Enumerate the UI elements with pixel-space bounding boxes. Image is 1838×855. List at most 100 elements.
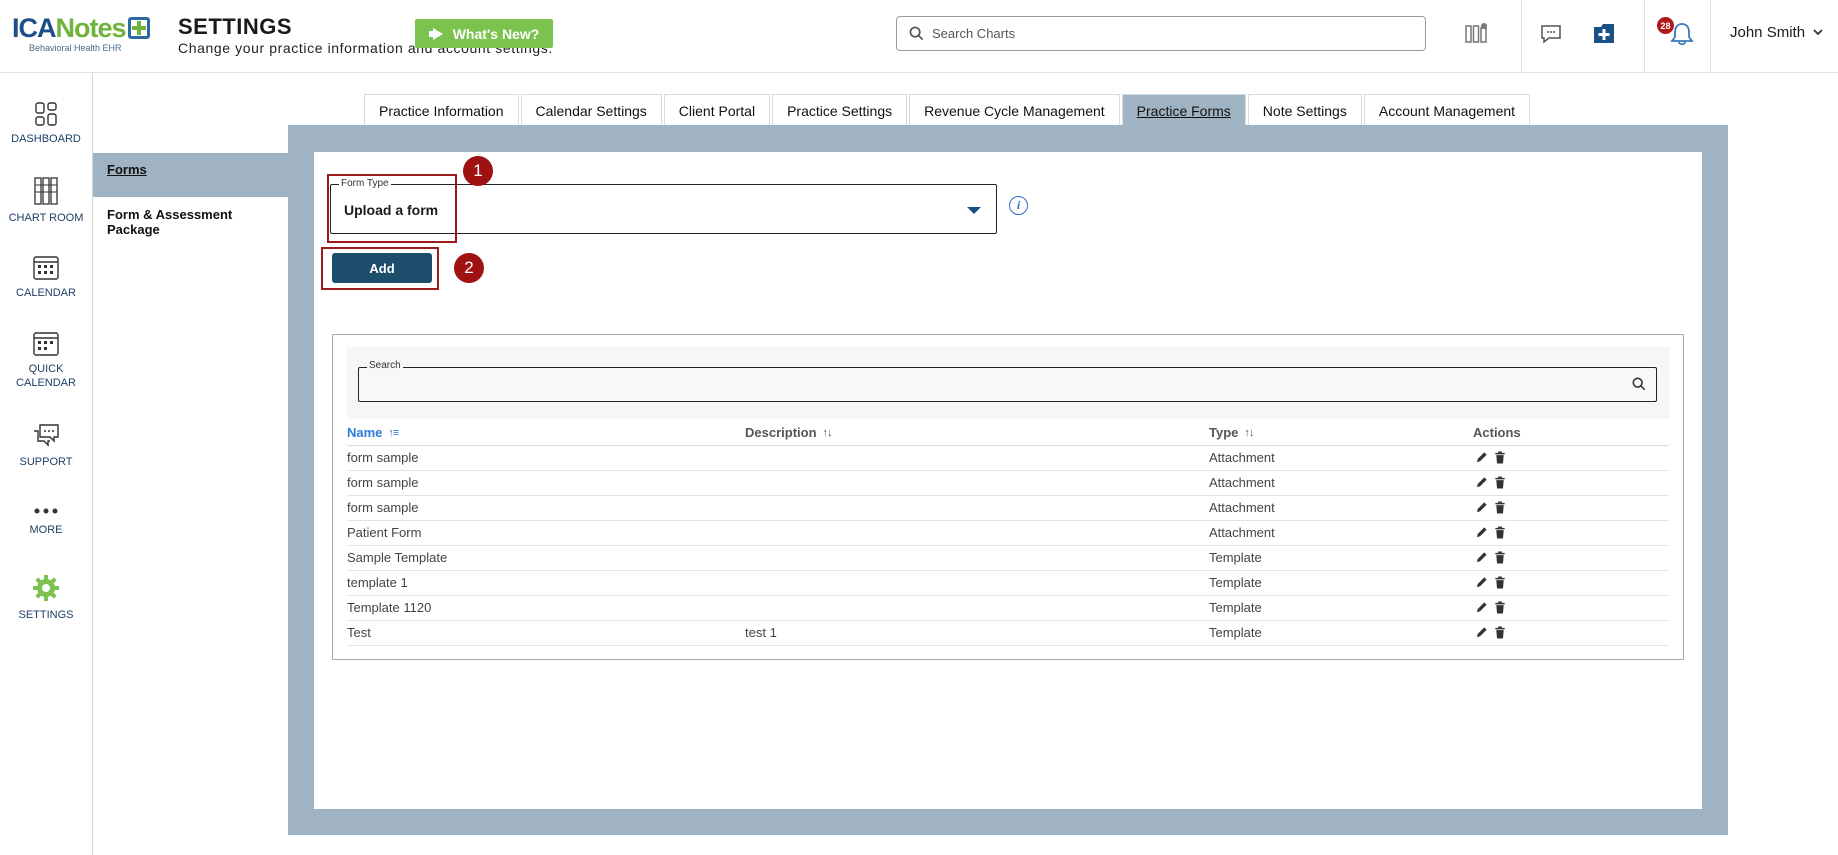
nav-label: SETTINGS xyxy=(18,609,74,621)
user-menu[interactable]: John Smith xyxy=(1730,24,1823,41)
search-charts-input[interactable] xyxy=(932,26,1402,41)
support-icon xyxy=(34,424,59,447)
cell-name: Patient Form xyxy=(347,525,422,540)
cell-description: test 1 xyxy=(745,625,777,640)
row-actions xyxy=(1475,601,1506,617)
nav-support[interactable]: SUPPORT xyxy=(0,422,92,469)
table-header: Name ↑≡ Description ↑↓ Type ↑↓ Actions xyxy=(347,422,1669,446)
table-row[interactable]: Patient Form Attachment xyxy=(347,521,1669,546)
sort-icon: ↑↓ xyxy=(1244,426,1254,439)
column-header-type[interactable]: Type ↑↓ xyxy=(1209,425,1254,440)
nav-label: QUICK CALENDAR xyxy=(16,363,76,389)
logo-plus-icon xyxy=(127,17,150,39)
cell-type: Attachment xyxy=(1209,525,1275,540)
nav-settings[interactable]: SETTINGS xyxy=(0,573,92,622)
cell-name: Sample Template xyxy=(347,550,448,565)
info-icon[interactable]: i xyxy=(1009,196,1028,215)
edit-pencil-icon[interactable] xyxy=(1475,501,1488,517)
tab-practice-forms[interactable]: Practice Forms xyxy=(1121,94,1246,126)
delete-trash-icon[interactable] xyxy=(1494,451,1506,467)
cell-type: Template xyxy=(1209,575,1262,590)
delete-trash-icon[interactable] xyxy=(1494,626,1506,642)
highlight-box-form-type xyxy=(327,174,457,243)
table-row[interactable]: Test test 1 Template xyxy=(347,621,1669,646)
megaphone-icon xyxy=(428,28,445,40)
nav-label: MORE xyxy=(29,524,63,536)
cell-type: Attachment xyxy=(1209,450,1275,465)
column-header-name[interactable]: Name ↑≡ xyxy=(347,425,399,440)
logo-notes-text: Notes xyxy=(55,13,127,43)
cell-type: Attachment xyxy=(1209,475,1275,490)
cell-type: Template xyxy=(1209,550,1262,565)
table-row[interactable]: template 1 Template xyxy=(347,571,1669,596)
tab-calendar-settings[interactable]: Calendar Settings xyxy=(520,94,662,126)
row-actions xyxy=(1475,501,1506,517)
nav-chart-room[interactable]: CHART ROOM xyxy=(0,176,92,225)
logo-ica-text: ICA xyxy=(12,13,56,43)
notification-badge: 28 xyxy=(1657,17,1674,34)
forms-search-label: Search xyxy=(367,360,403,371)
row-actions xyxy=(1475,576,1506,592)
tab-client-portal[interactable]: Client Portal xyxy=(663,94,771,126)
nav-dashboard[interactable]: DASHBOARD xyxy=(0,101,92,146)
step-marker-1: 1 xyxy=(463,156,493,186)
tab-revenue-cycle-management[interactable]: Revenue Cycle Management xyxy=(909,94,1120,126)
nav-more[interactable]: MORE xyxy=(0,504,92,537)
nav-quick-calendar[interactable]: QUICK CALENDAR xyxy=(0,329,92,390)
add-chart-icon[interactable] xyxy=(1590,20,1618,48)
table-row[interactable]: Template 1120 Template xyxy=(347,596,1669,621)
tab-note-settings[interactable]: Note Settings xyxy=(1247,94,1362,126)
chat-icon[interactable] xyxy=(1537,20,1565,48)
row-actions xyxy=(1475,626,1506,642)
edit-pencil-icon[interactable] xyxy=(1475,551,1488,567)
subnav-item-forms[interactable]: Forms xyxy=(107,162,147,177)
delete-trash-icon[interactable] xyxy=(1494,551,1506,567)
icanotes-logo[interactable]: ICANotes Behavioral Health EHR xyxy=(12,14,150,53)
subnav-item-form-assessment-package[interactable]: Form & Assessment Package xyxy=(107,207,288,237)
left-navigation: DASHBOARD CHART ROOM CALENDAR QUICK CALE… xyxy=(0,73,93,855)
caret-down-icon xyxy=(967,207,981,214)
cell-name: form sample xyxy=(347,450,419,465)
top-header: ICANotes Behavioral Health EHR SETTINGS … xyxy=(0,0,1838,73)
edit-pencil-icon[interactable] xyxy=(1475,476,1488,492)
tab-practice-settings[interactable]: Practice Settings xyxy=(772,94,908,126)
edit-pencil-icon[interactable] xyxy=(1475,526,1488,542)
row-actions xyxy=(1475,476,1506,492)
header-divider xyxy=(1521,0,1522,72)
header-divider xyxy=(1644,0,1645,72)
chevron-down-icon xyxy=(1813,29,1823,36)
tab-account-management[interactable]: Account Management xyxy=(1363,94,1531,126)
table-row[interactable]: form sample Attachment xyxy=(347,446,1669,471)
tab-practice-information[interactable]: Practice Information xyxy=(364,94,519,126)
cell-type: Attachment xyxy=(1209,500,1275,515)
delete-trash-icon[interactable] xyxy=(1494,476,1506,492)
forms-search-field[interactable]: Search xyxy=(358,360,1657,402)
table-row[interactable]: form sample Attachment xyxy=(347,471,1669,496)
sort-asc-icon: ↑≡ xyxy=(388,426,399,439)
nav-label: CHART ROOM xyxy=(8,212,84,224)
edit-pencil-icon[interactable] xyxy=(1475,451,1488,467)
cell-name: Test xyxy=(347,625,371,640)
cell-type: Template xyxy=(1209,625,1262,640)
whats-new-button[interactable]: What's New? xyxy=(415,19,553,48)
column-header-label: Type xyxy=(1209,425,1239,440)
column-header-description[interactable]: Description ↑↓ xyxy=(745,425,833,440)
table-row[interactable]: Sample Template Template xyxy=(347,546,1669,571)
edit-pencil-icon[interactable] xyxy=(1475,601,1488,617)
edit-pencil-icon[interactable] xyxy=(1475,576,1488,592)
table-row[interactable]: form sample Attachment xyxy=(347,496,1669,521)
search-icon[interactable] xyxy=(1632,377,1646,391)
delete-trash-icon[interactable] xyxy=(1494,501,1506,517)
edit-pencil-icon[interactable] xyxy=(1475,626,1488,642)
search-charts-field[interactable] xyxy=(896,16,1426,51)
nav-label: DASHBOARD xyxy=(11,133,81,145)
cell-name: Template 1120 xyxy=(347,600,432,615)
row-actions xyxy=(1475,551,1506,567)
delete-trash-icon[interactable] xyxy=(1494,601,1506,617)
chart-grid-icon[interactable] xyxy=(1462,20,1490,48)
nav-calendar[interactable]: CALENDAR xyxy=(0,253,92,300)
column-header-actions: Actions xyxy=(1473,425,1521,440)
forms-search-input[interactable] xyxy=(369,376,1609,394)
delete-trash-icon[interactable] xyxy=(1494,576,1506,592)
delete-trash-icon[interactable] xyxy=(1494,526,1506,542)
